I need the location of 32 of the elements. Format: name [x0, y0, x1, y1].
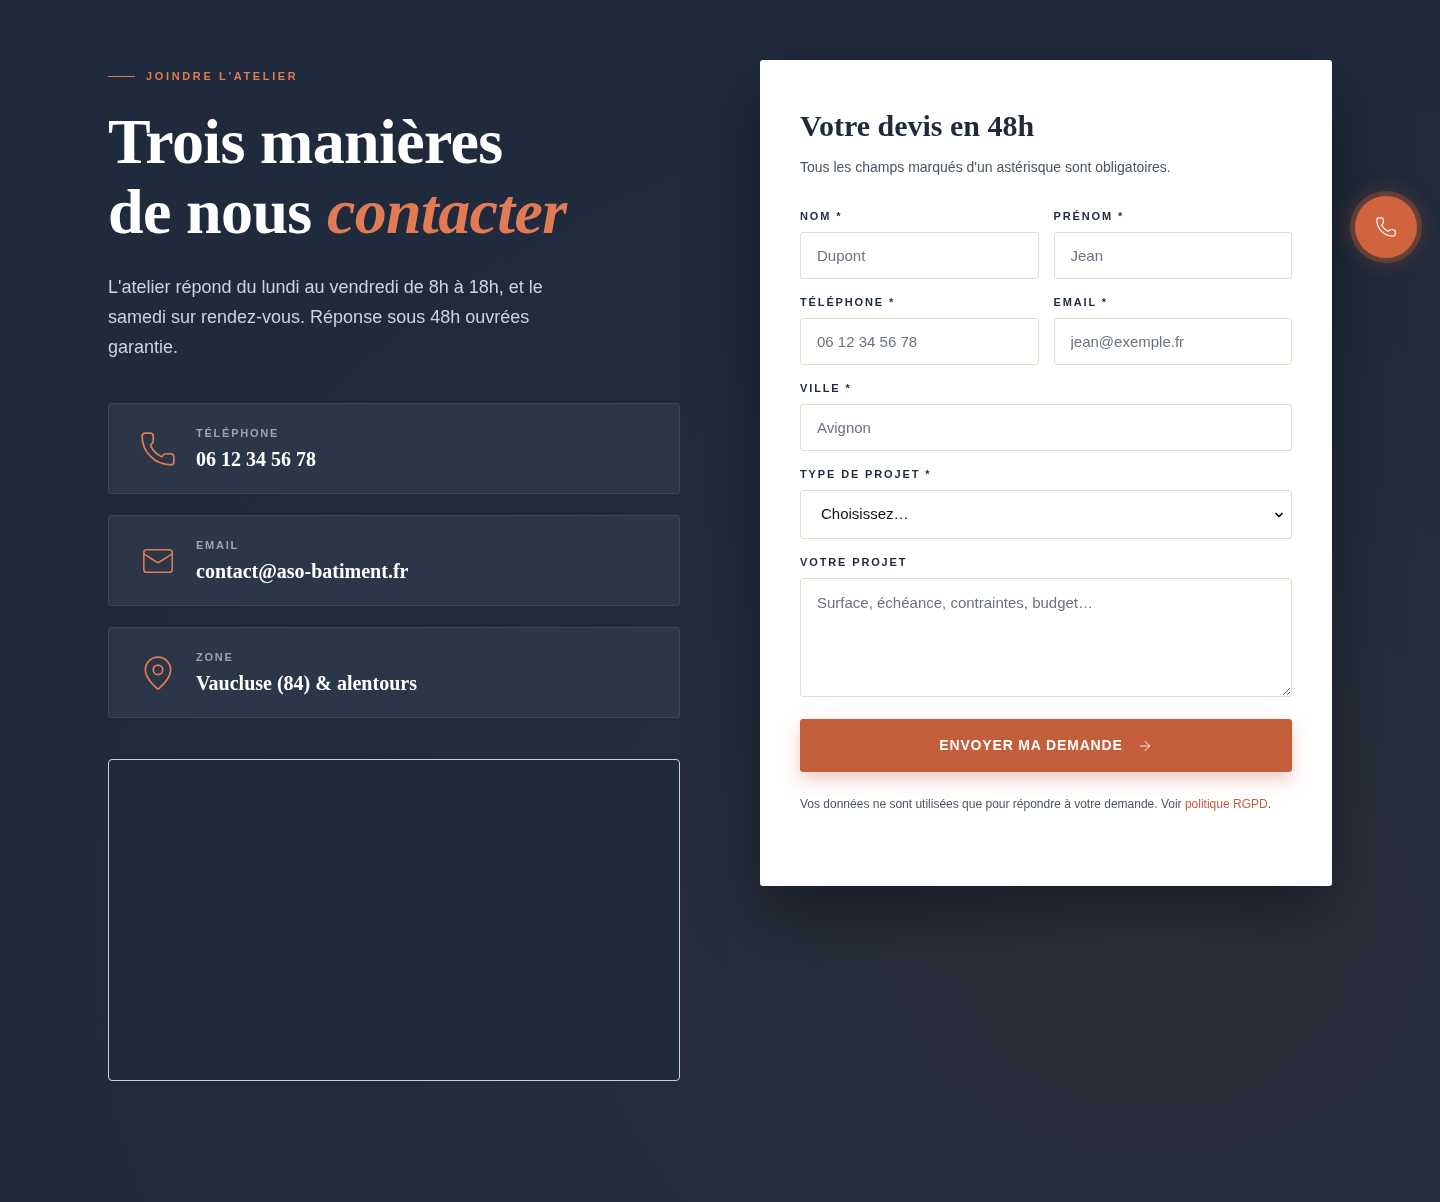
- submit-button[interactable]: ENVOYER MA DEMANDE: [800, 719, 1292, 772]
- input-field[interactable]: Jean: [1053, 232, 1292, 279]
- dropdown-select[interactable]: Choisissez…: [800, 490, 1292, 539]
- form-title: Votre devis en 48h: [800, 108, 1035, 144]
- field-label: EMAIL *: [1053, 295, 1108, 309]
- eyebrow-text: JOINDRE L'ATELIER: [146, 69, 299, 84]
- page-heading: Trois manières de nous contacter: [108, 107, 567, 247]
- input-field[interactable]: Dupont: [800, 232, 1039, 279]
- form-note: Tous les champs marqués d'un astérisque sont obligatoires.: [800, 158, 1171, 177]
- privacy-policy-link[interactable]: politique RGPD: [1184, 797, 1268, 811]
- accent-line: [108, 75, 135, 77]
- message-field[interactable]: Surface, échéance, contraintes, budget…: [800, 578, 1292, 697]
- field-label: NOM *: [800, 209, 843, 223]
- contact-label: ZONE: [196, 650, 235, 664]
- field-label: PRÉNOM *: [1053, 209, 1125, 223]
- email-link[interactable]: contact@aso-batiment.fr: [196, 559, 409, 583]
- field-label: TÉLÉPHONE *: [800, 295, 896, 309]
- contact-label: EMAIL: [196, 538, 241, 552]
- input-field[interactable]: 06 12 34 56 78: [800, 318, 1039, 365]
- phone-number-link[interactable]: 06 12 34 56 78: [196, 447, 316, 471]
- input-field[interactable]: jean@exemple.fr: [1053, 318, 1292, 365]
- floating-call-button[interactable]: [1355, 196, 1417, 258]
- intro-text: L'atelier répond du lundi au vendredi de 8h à 18h, et le samedi sur rendez-vous. Réponse sous 48h ouvrées garantie.: [108, 276, 544, 359]
- input-field[interactable]: Avignon: [800, 404, 1292, 451]
- privacy-note: Vos données ne sont utilisées que pour répondre à votre demande. Voir politique RGPD.: [800, 796, 1271, 812]
- contact-label: TÉLÉPHONE: [196, 426, 281, 440]
- phone-icon: [1375, 216, 1397, 238]
- phone-icon: [139, 429, 177, 468]
- field-label: VOTRE PROJET: [800, 555, 908, 569]
- field-label: TYPE DE PROJET *: [800, 467, 932, 481]
- field-label: VILLE *: [800, 381, 852, 395]
- zone-text: Vaucluse (84) & alentours: [196, 671, 417, 695]
